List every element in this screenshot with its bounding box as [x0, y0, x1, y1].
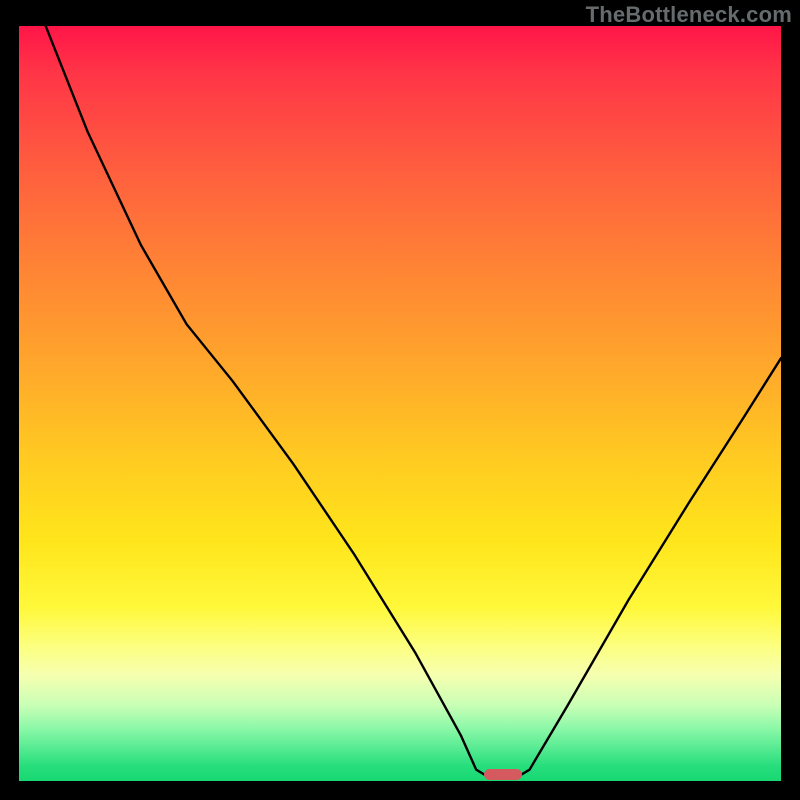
bottleneck-curve: [19, 26, 781, 781]
chart-frame: TheBottleneck.com: [0, 0, 800, 800]
optimal-marker: [484, 769, 522, 780]
curve-path: [46, 26, 781, 777]
plot-area: [19, 26, 781, 781]
watermark-text: TheBottleneck.com: [586, 2, 792, 28]
